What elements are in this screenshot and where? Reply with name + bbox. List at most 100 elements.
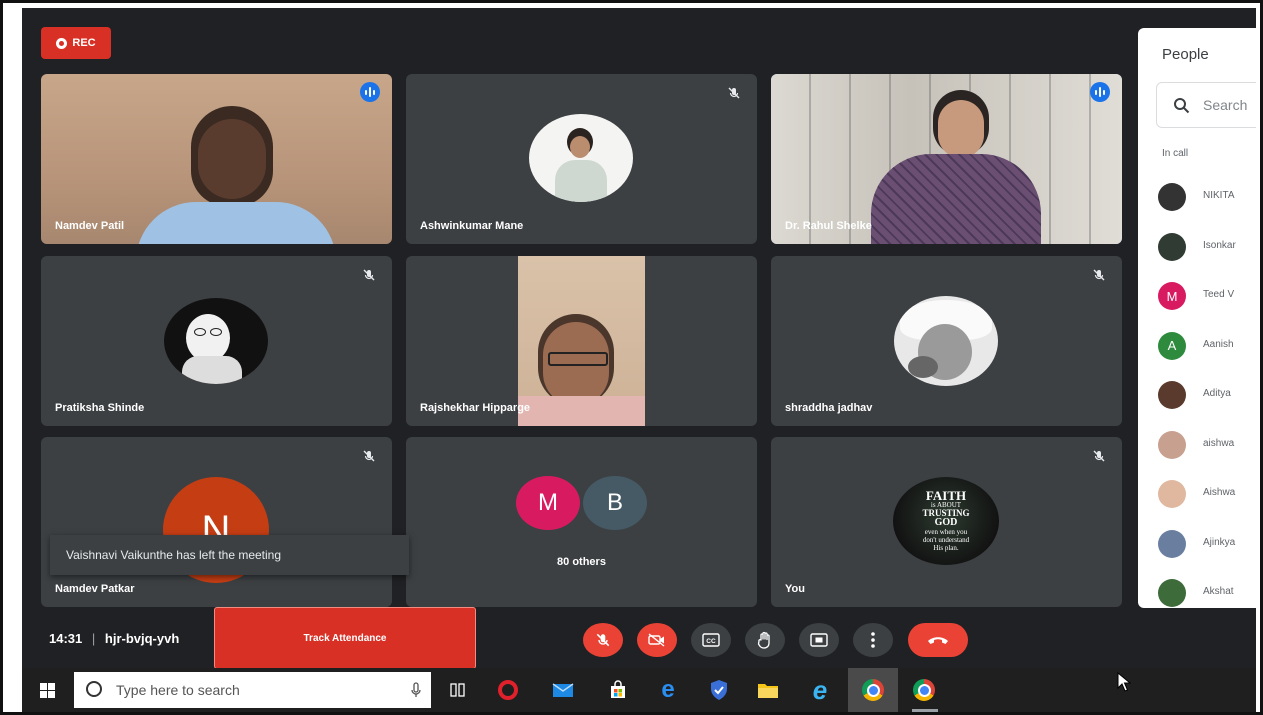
left-meeting-notification: Vaishnavi Vaikunthe has left the meeting xyxy=(50,535,409,575)
record-icon xyxy=(56,37,68,49)
participant-name: Rajshekhar Hipparge xyxy=(420,402,531,414)
avatar xyxy=(1158,480,1186,508)
mic-off-icon xyxy=(596,633,610,647)
participant-tile[interactable]: N Namdev Patkar xyxy=(41,437,392,607)
participant-tile[interactable]: FAITH is ABOUT TRUSTING GOD even when yo… xyxy=(771,437,1122,607)
cortana-icon xyxy=(86,681,102,697)
participant-video xyxy=(41,74,392,244)
hang-up-icon xyxy=(928,637,948,644)
participant-tile[interactable]: Ashwinkumar Mane xyxy=(406,74,757,244)
participant-tile[interactable]: Pratiksha Shinde xyxy=(41,256,392,426)
participant-avatar: FAITH is ABOUT TRUSTING GOD even when yo… xyxy=(893,477,999,565)
people-panel-title: People xyxy=(1162,46,1209,63)
separator: | xyxy=(91,631,96,646)
end-call-button[interactable] xyxy=(908,623,968,657)
store-icon[interactable] xyxy=(606,678,630,702)
participant-name: Namdev Patkar xyxy=(55,583,135,595)
mail-icon[interactable] xyxy=(551,678,575,702)
mouse-cursor-icon xyxy=(1117,672,1131,692)
participant-avatar: M xyxy=(516,476,580,530)
participant-name: You xyxy=(785,583,805,595)
avatar-text: FAITH xyxy=(925,488,967,503)
participant-name: Namdev Patil xyxy=(55,220,125,232)
participant-avatar xyxy=(894,296,998,386)
avatar: M xyxy=(1158,282,1186,310)
meeting-control-bar: 14:31 | hjr-bvjq-yvh Track Attendance CC xyxy=(22,606,1256,668)
taskbar-search-placeholder: Type here to search xyxy=(116,682,240,698)
participant-avatar xyxy=(529,114,633,202)
svg-text:CC: CC xyxy=(706,638,716,645)
meet-window: REC Namdev Patil Ashwinkumar Mane Dr. Ra… xyxy=(22,8,1256,668)
mic-off-icon xyxy=(728,87,740,99)
chrome-icon[interactable] xyxy=(861,678,885,702)
internet-explorer-icon[interactable]: e xyxy=(808,677,832,703)
mic-off-icon xyxy=(1093,269,1105,281)
participant-name: Teed V xyxy=(1203,289,1235,300)
taskbar-search-input[interactable]: Type here to search xyxy=(74,672,431,708)
avatar: A xyxy=(1158,331,1186,360)
meeting-time: 14:31 xyxy=(49,631,83,646)
avatar xyxy=(1158,430,1186,459)
mic-off-icon xyxy=(363,450,375,462)
avatar xyxy=(1158,529,1186,558)
meeting-code: hjr-bvjq-yvh xyxy=(104,631,180,646)
edge-icon[interactable]: e xyxy=(656,678,680,702)
raise-hand-button[interactable] xyxy=(745,623,785,657)
present-icon xyxy=(810,633,828,647)
mic-off-icon xyxy=(363,269,375,281)
meeting-info: 14:31 | hjr-bvjq-yvh xyxy=(49,631,179,646)
participant-avatar xyxy=(164,298,268,384)
participant-video xyxy=(518,256,645,426)
participant-tile[interactable]: Dr. Rahul Shelke xyxy=(771,74,1122,244)
participant-name: shraddha jadhav xyxy=(785,402,873,414)
recording-badge: REC xyxy=(41,27,111,59)
participant-tile[interactable]: Namdev Patil xyxy=(41,74,392,244)
file-explorer-icon[interactable] xyxy=(756,678,780,702)
avatar-text: GOD xyxy=(934,517,958,528)
participant-name: NIKITA xyxy=(1203,190,1235,201)
more-options-button[interactable] xyxy=(853,623,893,657)
captions-icon: CC xyxy=(702,633,720,647)
participant-avatar: B xyxy=(583,476,647,530)
mic-toggle-button[interactable] xyxy=(583,623,623,657)
track-attendance-button[interactable]: Track Attendance xyxy=(214,607,476,668)
search-icon xyxy=(1174,98,1190,114)
participant-tile[interactable]: M B 80 others xyxy=(406,437,757,607)
participant-name: Ashwinkumar Mane xyxy=(420,220,524,232)
running-app-indicator xyxy=(912,709,938,712)
avatar xyxy=(1158,579,1186,607)
shield-icon[interactable] xyxy=(707,678,731,702)
participant-name: Aditya xyxy=(1203,388,1231,399)
in-call-heading: In call xyxy=(1162,148,1189,159)
participant-name: aishwa xyxy=(1203,437,1235,449)
participant-name: Dr. Rahul Shelke xyxy=(785,220,872,232)
participant-tile[interactable]: Rajshekhar Hipparge xyxy=(406,256,757,426)
avatar xyxy=(1158,183,1186,211)
participant-name: Isonkar xyxy=(1203,239,1236,251)
others-count: 80 others xyxy=(557,556,606,568)
avatar-text: even when you xyxy=(924,528,968,536)
camera-toggle-button[interactable] xyxy=(637,623,677,657)
present-screen-button[interactable] xyxy=(799,623,839,657)
avatar-text: His plan. xyxy=(933,544,959,552)
opera-icon[interactable] xyxy=(496,678,520,702)
speaking-indicator-icon xyxy=(360,82,380,102)
recording-label: REC xyxy=(72,37,96,49)
people-search-input[interactable]: Search xyxy=(1156,82,1256,128)
windows-start-icon[interactable] xyxy=(40,683,55,698)
windows-taskbar: Type here to search e e xyxy=(22,668,1256,712)
participant-name: Ajinkya xyxy=(1203,536,1236,548)
avatar xyxy=(1158,232,1186,261)
more-vert-icon xyxy=(871,632,875,648)
task-view-icon[interactable] xyxy=(446,678,470,702)
participant-name: Aishwa xyxy=(1203,487,1236,498)
mic-off-icon xyxy=(1093,450,1105,462)
people-search-placeholder: Search xyxy=(1203,97,1248,113)
captions-button[interactable]: CC xyxy=(691,623,731,657)
chrome-profile-icon[interactable] xyxy=(912,678,936,702)
people-panel: People Search In call NIKITA Isonkar M Te… xyxy=(1138,28,1256,608)
avatar xyxy=(1158,381,1186,409)
participant-video xyxy=(771,74,1122,244)
speaking-indicator-icon xyxy=(1090,82,1110,102)
participant-tile[interactable]: shraddha jadhav xyxy=(771,256,1122,426)
